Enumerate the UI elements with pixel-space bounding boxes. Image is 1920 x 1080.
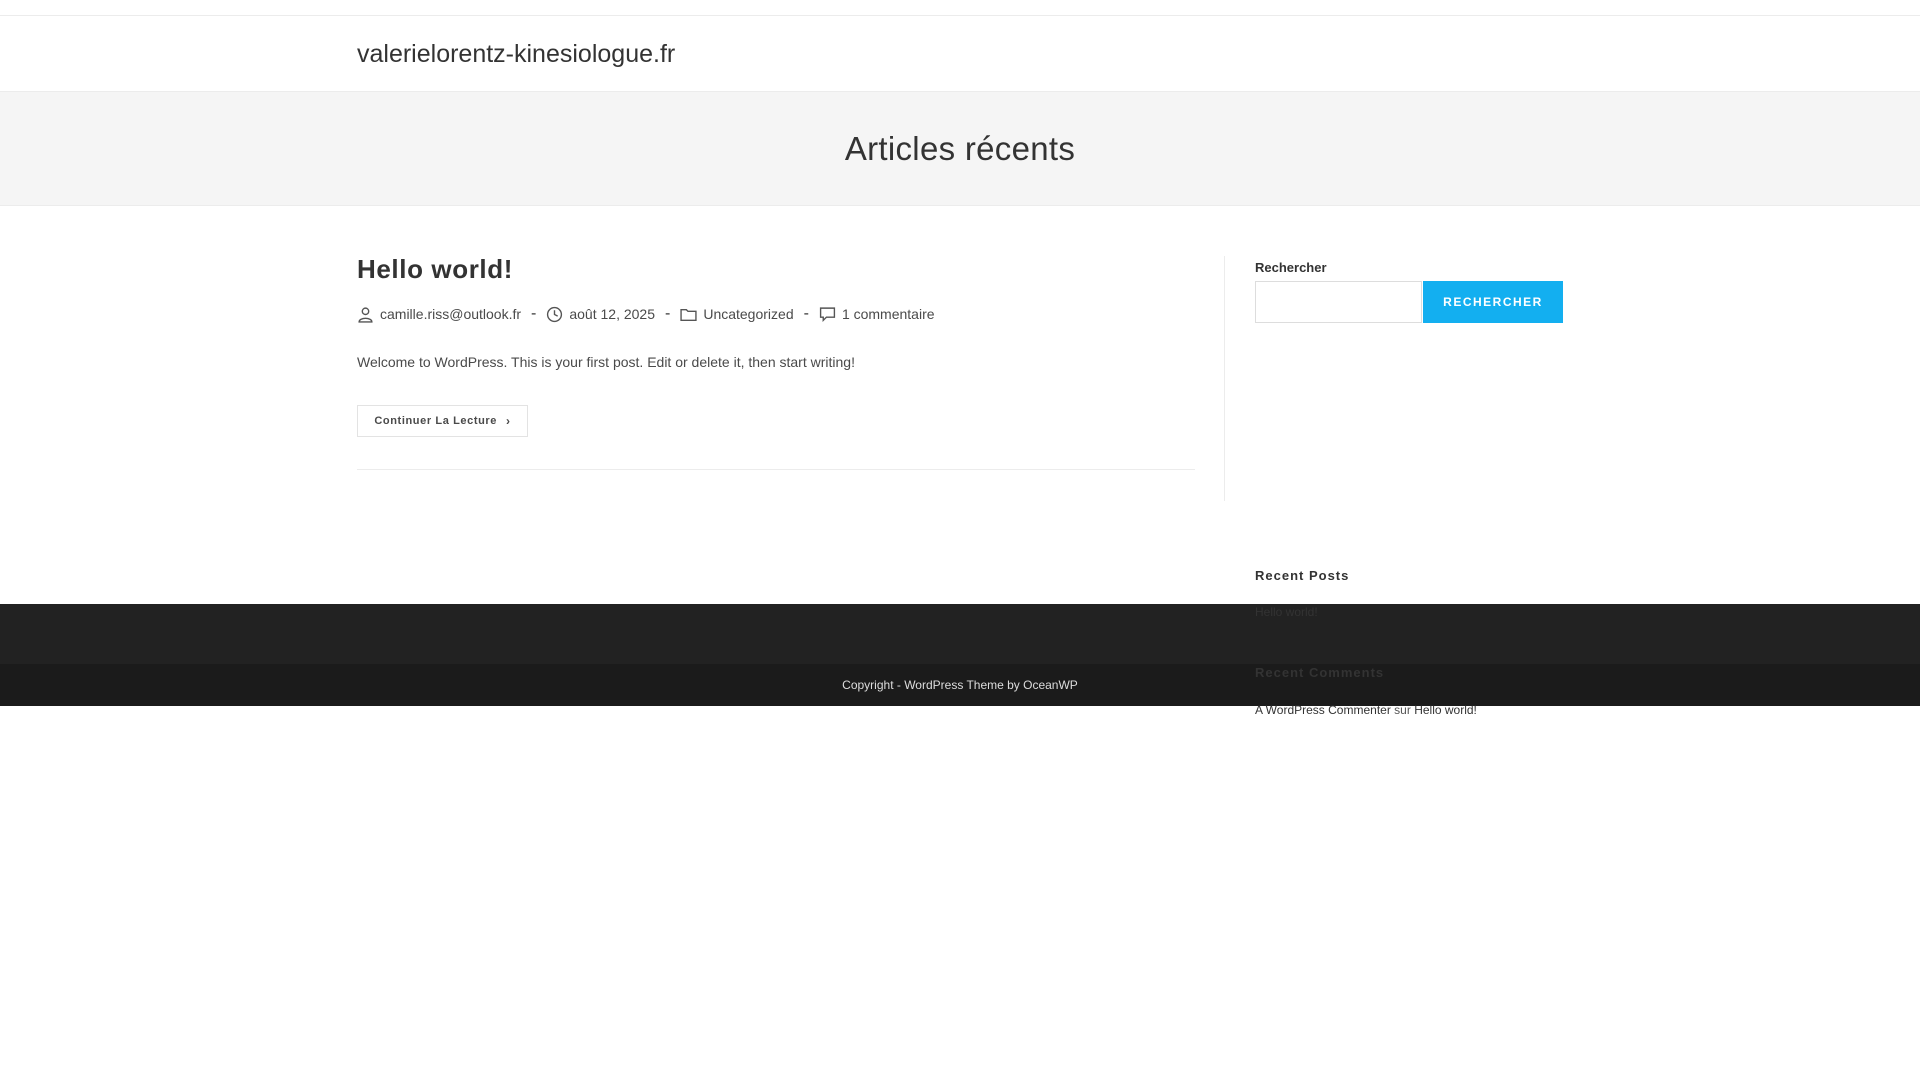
post-title[interactable]: Hello world! [357, 254, 513, 285]
site-title-link[interactable]: valerielorentz-kinesiologue.fr [357, 40, 675, 69]
recent-posts-title: Recent Posts [1255, 568, 1350, 583]
comment-post-link[interactable]: Hello world! [1414, 703, 1477, 717]
post-category-link[interactable]: Uncategorized [703, 306, 793, 322]
folder-icon [680, 308, 697, 321]
top-bar [0, 0, 1920, 16]
recent-comment-item: A WordPress Commenter sur Hello world! [1255, 703, 1477, 717]
comment-author-link[interactable]: A WordPress Commenter [1255, 703, 1391, 717]
sidebar-divider [1224, 256, 1225, 501]
read-more-button[interactable]: Continuer La Lecture › [357, 405, 528, 437]
recent-post-link[interactable]: Hello world! [1255, 605, 1318, 619]
post-author: camille.riss@outlook.fr [357, 306, 521, 323]
footer-bottom: Copyright - WordPress Theme by OceanWP [0, 664, 1920, 706]
read-more-label: Continuer La Lecture [374, 415, 497, 427]
footer-widgets [0, 604, 1920, 664]
page-title: Articles récents [844, 129, 1076, 167]
post-date-text: août 12, 2025 [569, 306, 655, 322]
post-title-link[interactable]: Hello world! [357, 254, 513, 284]
post-meta: camille.riss@outlook.fr - août 12, 2025 … [357, 305, 935, 323]
comment-icon [819, 306, 836, 322]
chevron-right-icon: › [506, 414, 511, 428]
search-input[interactable] [1255, 281, 1422, 323]
recent-comments-title: Recent Comments [1255, 665, 1385, 680]
clock-icon [547, 306, 563, 322]
post-divider [357, 469, 1195, 470]
meta-separator: - [531, 305, 537, 322]
meta-separator: - [803, 305, 809, 322]
user-icon [358, 306, 373, 323]
post-category: Uncategorized [680, 306, 794, 323]
post-comments: 1 commentaire [819, 306, 935, 323]
meta-separator: - [665, 305, 671, 322]
search-button[interactable]: RECHERCHER [1423, 281, 1563, 323]
post-author-link[interactable]: camille.riss@outlook.fr [380, 306, 521, 322]
post-date: août 12, 2025 [546, 306, 655, 323]
comment-connector: sur [1394, 703, 1411, 717]
site-header: valerielorentz-kinesiologue.fr [0, 16, 1920, 92]
post-comments-link[interactable]: 1 commentaire [842, 306, 935, 322]
copyright-text: Copyright - WordPress Theme by OceanWP [842, 678, 1078, 692]
search-label: Rechercher [1255, 260, 1327, 275]
post-excerpt: Welcome to WordPress. This is your first… [357, 354, 855, 370]
content-area: Hello world! camille.riss@outlook.fr - a… [0, 206, 1920, 717]
page-header: Articles récents [0, 92, 1920, 206]
